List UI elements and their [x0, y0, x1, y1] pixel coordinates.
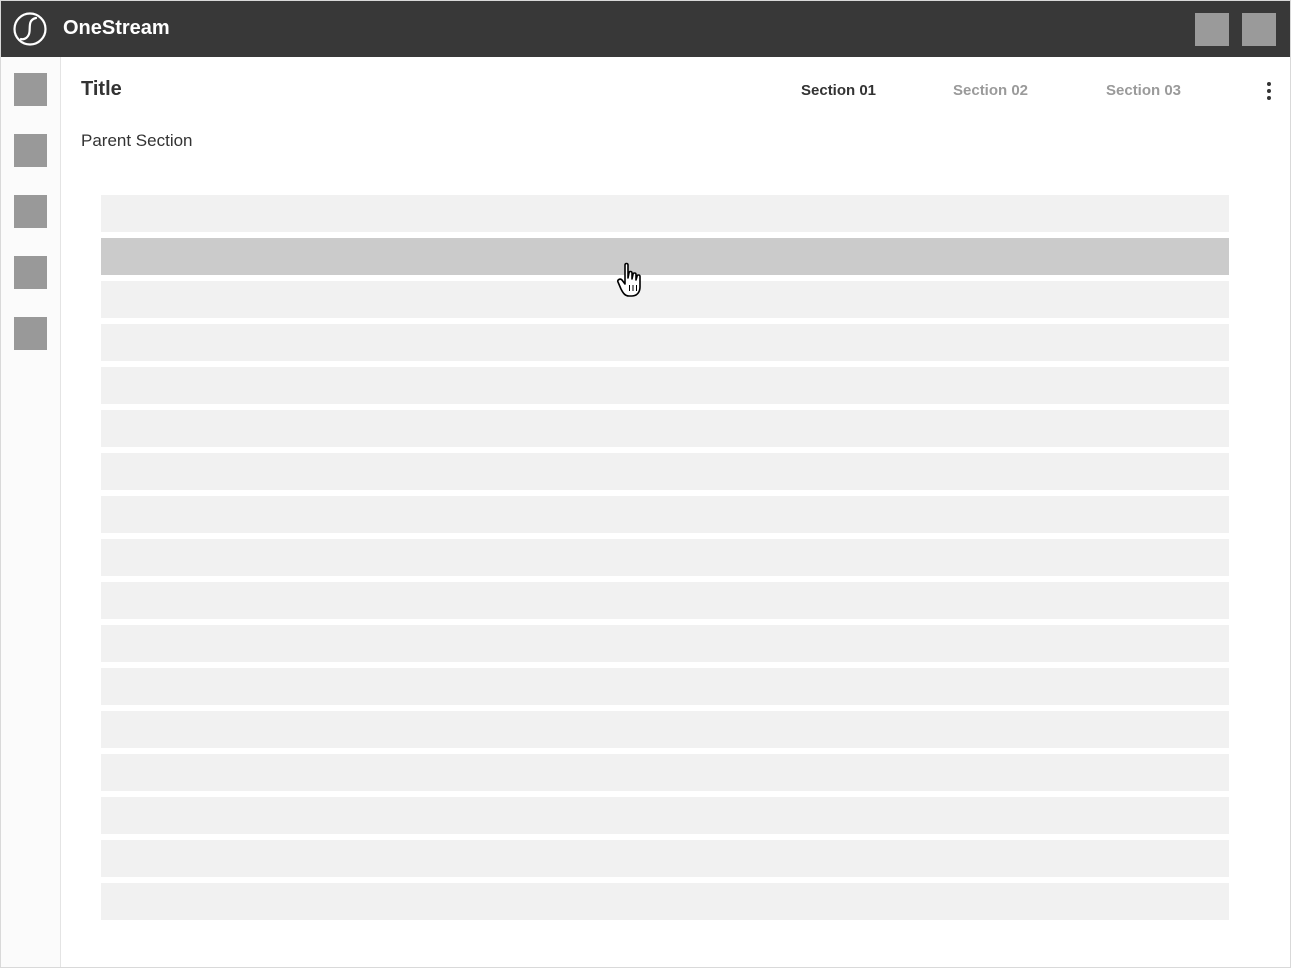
- header-action-button-2[interactable]: [1242, 13, 1276, 46]
- list-row[interactable]: [101, 238, 1229, 275]
- parent-section-label: Parent Section: [81, 131, 193, 150]
- list-row[interactable]: [101, 754, 1229, 791]
- list-row[interactable]: [101, 840, 1229, 877]
- top-bar: OneStream: [1, 1, 1290, 57]
- tab-section-01[interactable]: Section 01: [801, 82, 876, 100]
- tab-section-02[interactable]: Section 02: [953, 82, 1028, 100]
- list-row[interactable]: [101, 883, 1229, 920]
- list-row[interactable]: [101, 582, 1229, 619]
- list-row[interactable]: [101, 711, 1229, 748]
- page-title: Title: [81, 78, 122, 100]
- list-row[interactable]: [101, 625, 1229, 662]
- list-row[interactable]: [101, 324, 1229, 361]
- sidebar-item-1[interactable]: [14, 73, 47, 106]
- sidebar-item-5[interactable]: [14, 317, 47, 350]
- list-row[interactable]: [101, 496, 1229, 533]
- list-row[interactable]: [101, 539, 1229, 576]
- kebab-menu-icon[interactable]: [1261, 81, 1277, 101]
- tab-section-03[interactable]: Section 03: [1106, 82, 1181, 100]
- list-row[interactable]: [101, 797, 1229, 834]
- sidebar-item-2[interactable]: [14, 134, 47, 167]
- onestream-logo-icon: [13, 12, 47, 46]
- sidebar-item-4[interactable]: [14, 256, 47, 289]
- list-row[interactable]: [101, 281, 1229, 318]
- list-row[interactable]: [101, 668, 1229, 705]
- list-row[interactable]: [101, 367, 1229, 404]
- app-name: OneStream: [63, 17, 170, 39]
- list-row[interactable]: [101, 453, 1229, 490]
- header-action-button-1[interactable]: [1195, 13, 1229, 46]
- app-window: OneStream Title Section 01 Section 02 Se…: [0, 0, 1291, 968]
- sidebar: [1, 57, 61, 967]
- list-row[interactable]: [101, 195, 1229, 232]
- sidebar-item-3[interactable]: [14, 195, 47, 228]
- list-row[interactable]: [101, 410, 1229, 447]
